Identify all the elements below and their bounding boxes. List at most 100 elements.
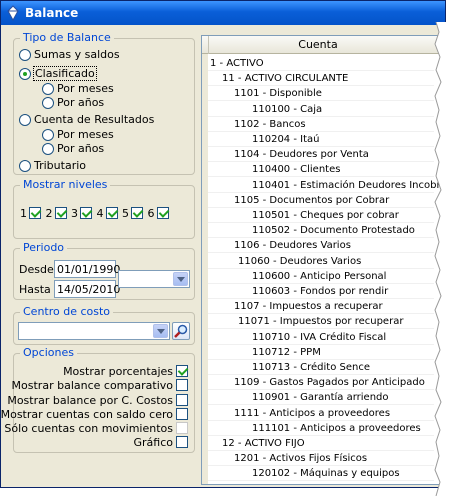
radio-label: Tributario (34, 159, 86, 172)
table-row[interactable]: 11 - ACTIVO CIRCULANTE (208, 71, 434, 87)
search-button[interactable] (172, 322, 190, 340)
level-checkbox[interactable] (80, 207, 92, 219)
radio-circle[interactable] (19, 114, 31, 126)
level-checkbox[interactable] (131, 207, 143, 219)
table-row[interactable]: 12 - ACTIVO FIJO (208, 436, 434, 451)
radio-label: Por meses (57, 82, 114, 95)
opciones-group: Opciones Mostrar porcentajes Mostrar bal… (1, 346, 195, 453)
level-label: 6 (147, 206, 155, 220)
table-row[interactable]: 1107 - Impuestos a recuperar (208, 299, 434, 315)
option-checkbox[interactable] (176, 365, 188, 377)
table-row[interactable]: 110901 - Garantía arriendo (208, 390, 434, 406)
radio-circle-selected[interactable] (19, 68, 31, 80)
opt-solo-movimientos[interactable]: Sólo cuentas con movimientos (4, 421, 188, 435)
centro-costo-dropdown[interactable] (18, 322, 170, 340)
table-row[interactable]: 110501 - Cheques por cobrar (208, 208, 434, 223)
level-4[interactable]: 4 (97, 206, 118, 220)
table-row[interactable]: 120102 - Máquinas y equipos (208, 466, 434, 482)
level-checkbox[interactable] (29, 207, 41, 219)
table-row[interactable]: 11060 - Deudores Varios (208, 254, 434, 269)
radio-circle[interactable] (42, 129, 54, 141)
chevron-down-icon[interactable] (153, 324, 168, 338)
periodo-dropdown[interactable] (118, 270, 190, 288)
hasta-label: Hasta (19, 283, 51, 296)
window-title: Balance (25, 6, 79, 20)
table-row[interactable]: 11071 - Impuestos por recuperar (208, 314, 434, 330)
title-bar[interactable]: Balance (1, 1, 445, 25)
radio-circle[interactable] (42, 83, 54, 95)
table-row[interactable]: 110712 - PPM (208, 345, 434, 360)
centro-costo-group: Centro de costo (13, 305, 195, 345)
column-header-cuenta[interactable]: Cuenta (208, 38, 428, 51)
radio-circle[interactable] (42, 143, 54, 155)
option-label: Mostrar cuentas con saldo cero (0, 407, 173, 421)
levels-row: 1 2 3 4 5 6 (20, 206, 170, 220)
tipo-balance-group: Tipo de Balance Sumas y saldos Clasifica… (13, 31, 195, 175)
table-row[interactable]: 110502 - Documento Protestado (208, 223, 434, 239)
table-row[interactable]: 110100 - Caja (208, 102, 434, 117)
table-row[interactable]: 110603 - Fondos por rendir (208, 284, 434, 299)
table-row[interactable]: 1 - ACTIVO (208, 56, 434, 71)
level-checkbox[interactable] (54, 207, 67, 219)
cuentas-grid[interactable]: Cuenta 1 - ACTIVO 11 - ACTIVO CIRCULANTE 1… (201, 35, 442, 485)
radio-circle[interactable] (42, 97, 54, 109)
radio-circle[interactable] (19, 160, 31, 172)
table-row[interactable]: 111101 - Anticipos a proveedores (208, 421, 434, 436)
periodo-group: Periodo Desde 01/01/1990 Hasta 14/05/201… (13, 241, 195, 300)
table-row[interactable]: 110713 - Crédito Sence (208, 360, 434, 375)
level-1[interactable]: 1 (20, 206, 41, 220)
table-row[interactable]: 1101 - Disponible (208, 86, 434, 102)
table-row[interactable]: 110600 - Anticipo Personal (208, 269, 434, 284)
chevron-down-icon[interactable] (173, 272, 188, 286)
level-checkbox[interactable] (156, 207, 169, 219)
option-label: Mostrar porcentajes (63, 364, 173, 378)
option-checkbox[interactable] (176, 422, 188, 434)
table-row[interactable]: 1109 - Gastos Pagados por Anticipado (208, 375, 434, 391)
opciones-legend: Opciones (20, 346, 77, 359)
radio-label: Por meses (57, 128, 114, 141)
table-row[interactable]: 110400 - Clientes (208, 162, 434, 178)
table-row[interactable]: 1102 - Bancos (208, 117, 434, 132)
option-label: Gráfico (133, 435, 174, 449)
periodo-legend: Periodo (20, 241, 68, 254)
level-label: 3 (71, 206, 78, 220)
hasta-field[interactable]: 14/05/2010 (54, 280, 120, 298)
table-row[interactable]: 1201 - Activos Fijos Físicos (208, 451, 434, 467)
radio-label: Clasificado (33, 66, 97, 81)
table-row[interactable]: 120104 - Mobiliario (208, 482, 434, 485)
opt-mostrar-porcentajes[interactable]: Mostrar porcentajes (63, 364, 188, 378)
radio-label: Por años (57, 142, 105, 155)
table-row[interactable]: 110204 - Itaú (208, 132, 434, 147)
desde-label: Desde (19, 263, 54, 276)
table-row[interactable]: 1111 - Anticipos a proveedores (208, 406, 434, 421)
radio-label: Por años (57, 96, 105, 109)
level-3[interactable]: 3 (71, 206, 92, 220)
balance-window: Balance Tipo de Balance Sumas y saldos C… (0, 0, 446, 488)
opt-grafico[interactable]: Gráfico (133, 435, 188, 449)
level-5[interactable]: 5 (122, 206, 143, 220)
app-icon (7, 5, 19, 21)
option-label: Mostrar balance por C. Costos (7, 393, 173, 407)
table-row[interactable]: 110710 - IVA Crédito Fiscal (208, 330, 434, 345)
table-row[interactable]: 1105 - Documentos por Cobrar (208, 193, 434, 208)
opt-balance-c-costos[interactable]: Mostrar balance por C. Costos (7, 393, 188, 407)
table-row[interactable]: 1106 - Deudores Varios (208, 238, 434, 254)
option-checkbox[interactable] (176, 394, 188, 406)
tipo-balance-legend: Tipo de Balance (20, 31, 114, 44)
table-row[interactable]: 110401 - Estimación Deudores Incobrables (208, 178, 441, 193)
niveles-group: Mostrar niveles 1 2 3 4 5 6 (13, 178, 195, 239)
level-checkbox[interactable] (105, 207, 118, 219)
option-checkbox[interactable] (176, 436, 188, 448)
niveles-legend: Mostrar niveles (20, 178, 111, 191)
option-checkbox[interactable] (176, 379, 188, 391)
opt-saldo-cero[interactable]: Mostrar cuentas con saldo cero (1, 407, 188, 421)
level-2[interactable]: 2 (46, 206, 67, 220)
grid-header: Cuenta (202, 36, 441, 54)
level-6[interactable]: 6 (148, 206, 169, 220)
opt-balance-comparativo[interactable]: Mostrar balance comparativo (12, 378, 188, 392)
radio-label: Cuenta de Resultados (34, 113, 155, 126)
option-checkbox[interactable] (176, 408, 188, 420)
desde-field[interactable]: 01/01/1990 (54, 260, 120, 278)
table-row[interactable]: 1104 - Deudores por Venta (208, 147, 434, 163)
radio-circle[interactable] (19, 49, 31, 61)
